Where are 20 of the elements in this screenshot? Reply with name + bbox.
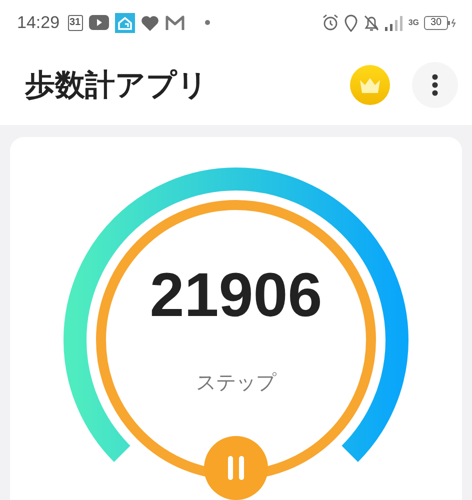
- mail-icon: [164, 14, 185, 30]
- crown-icon: [359, 77, 381, 93]
- home-icon: [114, 12, 135, 32]
- more-icon: [432, 74, 438, 96]
- signal-icon: [385, 14, 404, 30]
- clock-time: 14:29: [17, 12, 60, 32]
- calendar-icon: 31: [68, 14, 83, 30]
- step-unit: ステップ: [196, 371, 276, 396]
- network-type: 3G: [408, 18, 419, 26]
- dot-icon: [204, 20, 210, 25]
- play-icon: [88, 15, 109, 30]
- bell-off-icon: [363, 14, 380, 32]
- premium-button[interactable]: [350, 65, 390, 105]
- more-menu-button[interactable]: [412, 62, 458, 108]
- step-count: 21906: [150, 260, 322, 331]
- pause-icon: [227, 456, 245, 480]
- location-icon: [344, 14, 358, 32]
- alarm-icon: [322, 14, 340, 31]
- app-title: 歩数計アプリ: [25, 68, 209, 104]
- heart-icon: [140, 14, 159, 30]
